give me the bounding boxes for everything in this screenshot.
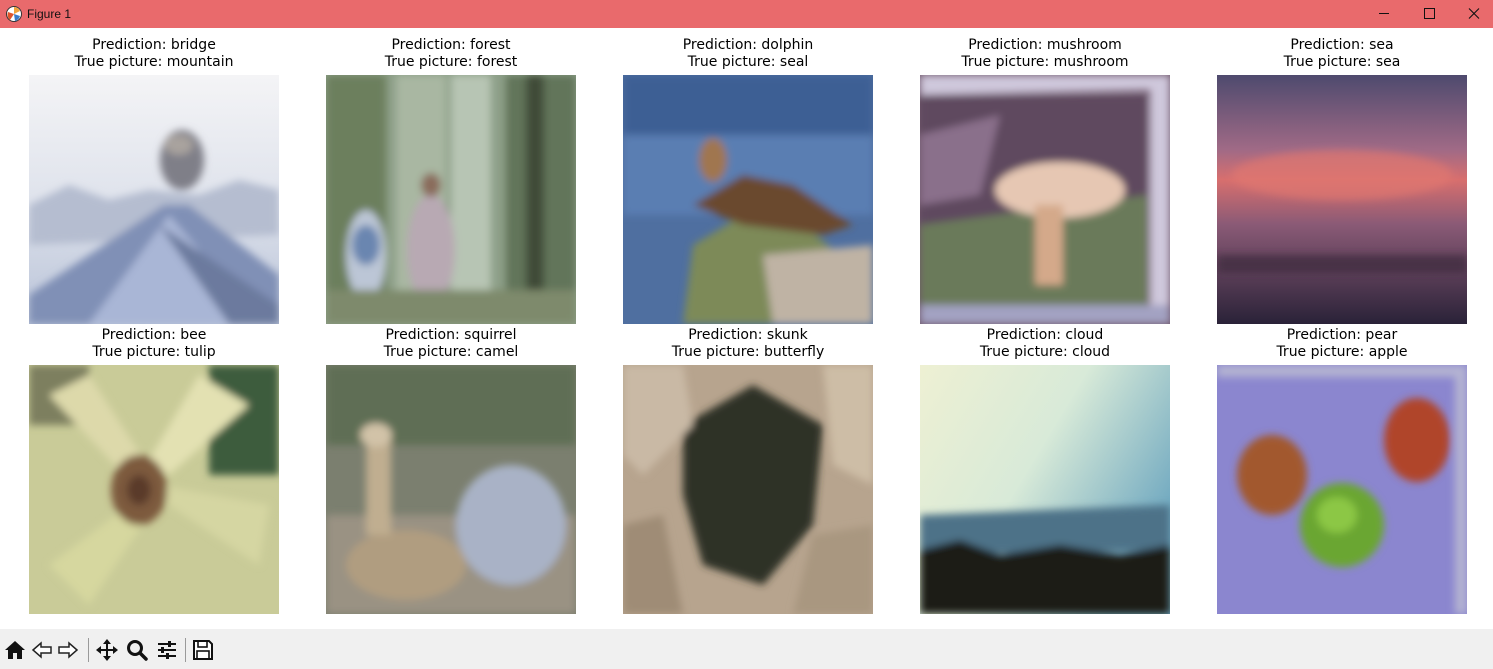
- navigation-toolbar: [0, 629, 1493, 669]
- home-button[interactable]: [2, 637, 28, 663]
- subplot-title: Prediction: bee True picture: tulip: [0, 327, 309, 360]
- configure-subplots-button[interactable]: [154, 637, 180, 663]
- sample-image: [29, 75, 279, 324]
- subplot-title: Prediction: forest True picture: forest: [296, 37, 606, 70]
- true-label: True picture: mushroom: [961, 53, 1129, 70]
- sample-image: [326, 365, 576, 614]
- subplot-title: Prediction: pear True picture: apple: [1187, 327, 1493, 360]
- window-title: Figure 1: [27, 7, 72, 21]
- sample-image: [326, 75, 576, 324]
- subplot-title: Prediction: mushroom True picture: mushr…: [890, 37, 1200, 70]
- true-label: True picture: tulip: [92, 343, 216, 360]
- prediction-label: Prediction: bee: [101, 327, 207, 343]
- true-label: True picture: apple: [1276, 343, 1408, 360]
- minimize-icon: [1379, 13, 1389, 14]
- true-label: True picture: camel: [383, 343, 519, 360]
- true-label: True picture: forest: [384, 53, 518, 70]
- sample-image: [623, 75, 873, 324]
- prediction-label: Prediction: sea: [1290, 37, 1394, 53]
- back-arrow-icon: [31, 641, 52, 659]
- save-icon: [193, 640, 213, 660]
- pan-button[interactable]: [94, 637, 120, 663]
- sample-image: [623, 365, 873, 614]
- true-label: True picture: mountain: [74, 53, 234, 70]
- toolbar-separator: [185, 638, 186, 662]
- subplot-title: Prediction: squirrel True picture: camel: [296, 327, 606, 360]
- subplot-title: Prediction: sea True picture: sea: [1187, 37, 1493, 70]
- save-button[interactable]: [190, 637, 216, 663]
- minimize-button[interactable]: [1361, 0, 1407, 28]
- maximize-button[interactable]: [1406, 0, 1452, 28]
- sample-image: [920, 365, 1170, 614]
- prediction-label: Prediction: skunk: [688, 327, 808, 343]
- configure-subplots-icon: [158, 641, 176, 659]
- true-label: True picture: cloud: [979, 343, 1111, 360]
- sample-image: [29, 365, 279, 614]
- pan-icon: [96, 639, 118, 661]
- close-button[interactable]: [1451, 0, 1493, 28]
- prediction-label: Prediction: bridge: [92, 37, 216, 53]
- forward-button[interactable]: [55, 637, 81, 663]
- true-label: True picture: butterfly: [671, 343, 825, 360]
- maximize-icon: [1424, 8, 1435, 19]
- prediction-label: Prediction: dolphin: [682, 37, 814, 53]
- sample-image: [1217, 365, 1467, 614]
- back-button[interactable]: [29, 637, 55, 663]
- true-label: True picture: seal: [687, 53, 809, 70]
- zoom-button[interactable]: [124, 637, 150, 663]
- prediction-label: Prediction: mushroom: [968, 37, 1122, 53]
- prediction-label: Prediction: forest: [391, 37, 511, 53]
- true-label: True picture: sea: [1283, 53, 1401, 70]
- subplot-title: Prediction: cloud True picture: cloud: [890, 327, 1200, 360]
- title-bar: Figure 1: [0, 0, 1493, 28]
- subplot-title: Prediction: skunk True picture: butterfl…: [593, 327, 903, 360]
- zoom-icon: [127, 640, 148, 661]
- subplot-title: Prediction: bridge True picture: mountai…: [0, 37, 309, 70]
- matplotlib-logo-icon: [6, 6, 22, 22]
- figure-canvas[interactable]: Prediction: bridge True picture: mountai…: [0, 28, 1493, 629]
- sample-image: [1217, 75, 1467, 324]
- toolbar-separator: [88, 638, 89, 662]
- sample-image: [920, 75, 1170, 324]
- forward-arrow-icon: [58, 641, 79, 659]
- subplot-title: Prediction: dolphin True picture: seal: [593, 37, 903, 70]
- close-icon: [1468, 8, 1480, 19]
- prediction-label: Prediction: squirrel: [385, 327, 517, 343]
- prediction-label: Prediction: cloud: [986, 327, 1104, 343]
- prediction-label: Prediction: pear: [1286, 327, 1398, 343]
- home-icon: [5, 641, 25, 659]
